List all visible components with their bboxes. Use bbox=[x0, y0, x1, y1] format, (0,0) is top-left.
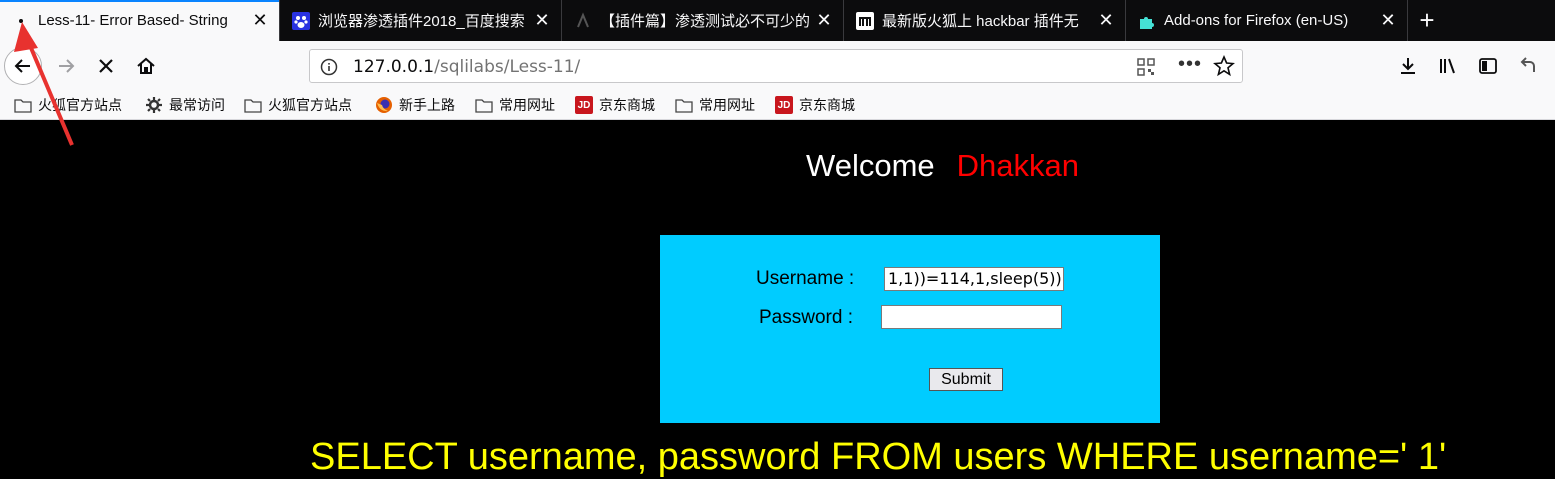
tab-label: 【插件篇】渗透测试必不可少的 bbox=[600, 13, 811, 30]
tab-baidu-search[interactable]: 浏览器渗透插件2018_百度搜索 ✕ bbox=[280, 0, 562, 41]
url-path: /sqlilabs/Less-11/ bbox=[434, 57, 581, 77]
navigation-toolbar: 127.0.0.1/sqlilabs/Less-11/ ••• bbox=[0, 41, 1555, 91]
tab-addons[interactable]: Add-ons for Firefox (en-US) ✕ bbox=[1126, 0, 1408, 41]
library-button[interactable] bbox=[1432, 50, 1464, 82]
download-icon bbox=[1401, 58, 1415, 74]
bookmark-label: 新手上路 bbox=[399, 97, 455, 113]
new-tab-button[interactable]: + bbox=[1408, 0, 1446, 41]
tab-strip: Less-11- Error Based- String ✕ 浏览器渗透插件20… bbox=[0, 0, 1555, 41]
password-input[interactable] bbox=[881, 305, 1062, 329]
bookmark-jd-1[interactable]: JD 京东商城 bbox=[575, 94, 655, 116]
bookmark-most-visited[interactable]: 最常访问 bbox=[145, 94, 225, 116]
sidebar-icon bbox=[1479, 58, 1497, 74]
bookmark-firefox-official-2[interactable]: 火狐官方站点 bbox=[244, 94, 352, 116]
home-button[interactable] bbox=[130, 50, 162, 82]
gear-icon bbox=[145, 97, 163, 113]
tab-less-11[interactable]: Less-11- Error Based- String ✕ bbox=[0, 0, 280, 41]
bookmark-label: 火狐官方站点 bbox=[268, 97, 352, 113]
jd-icon: JD bbox=[775, 96, 793, 114]
home-icon bbox=[137, 57, 155, 74]
bookmark-firefox-official-1[interactable]: 火狐官方站点 bbox=[14, 94, 122, 116]
password-label: Password : bbox=[759, 307, 853, 328]
close-icon[interactable]: ✕ bbox=[249, 10, 271, 31]
tab-label: 浏览器渗透插件2018_百度搜索 bbox=[318, 13, 525, 30]
undo-button[interactable] bbox=[1512, 50, 1544, 82]
stop-x-icon bbox=[99, 59, 113, 73]
url-bar[interactable]: 127.0.0.1/sqlilabs/Less-11/ ••• bbox=[309, 49, 1243, 83]
bookmark-label: 火狐官方站点 bbox=[38, 97, 122, 113]
downloads-button[interactable] bbox=[1392, 50, 1424, 82]
undo-arrow-icon bbox=[1520, 57, 1535, 72]
close-icon[interactable]: ✕ bbox=[813, 10, 835, 31]
forward-arrow-icon bbox=[59, 59, 75, 73]
bookmark-label: 最常访问 bbox=[169, 97, 225, 113]
username-input[interactable]: 1,1))=114,1,sleep(5))# bbox=[884, 267, 1064, 291]
qr-code-icon[interactable] bbox=[1137, 58, 1155, 76]
page-content: Welcome Dhakkan Username : 1,1))=114,1,sl… bbox=[0, 120, 1555, 478]
bookmark-label: 常用网址 bbox=[499, 97, 555, 113]
tab-plugin-article[interactable]: 【插件篇】渗透测试必不可少的 ✕ bbox=[562, 0, 844, 41]
welcome-name: Dhakkan bbox=[956, 148, 1079, 183]
bookmark-label: 京东商城 bbox=[599, 97, 655, 113]
username-label: Username : bbox=[756, 268, 855, 289]
folder-icon bbox=[14, 97, 32, 113]
bookmark-jd-2[interactable]: JD 京东商城 bbox=[775, 94, 855, 116]
tab-label: Add-ons for Firefox (en-US) bbox=[1164, 12, 1349, 29]
info-icon[interactable] bbox=[320, 58, 338, 76]
bookmark-common-sites-1[interactable]: 常用网址 bbox=[475, 94, 555, 116]
folder-icon bbox=[244, 97, 262, 113]
bookmark-star-icon[interactable] bbox=[1213, 55, 1235, 77]
library-icon bbox=[1440, 58, 1455, 74]
folder-icon bbox=[475, 97, 493, 113]
tab-label: Less-11- Error Based- String bbox=[38, 12, 228, 29]
bookmark-getting-started[interactable]: 新手上路 bbox=[375, 94, 455, 116]
back-arrow-icon bbox=[14, 59, 30, 73]
folder-icon bbox=[675, 97, 693, 113]
stop-button[interactable] bbox=[90, 50, 122, 82]
sidebar-button[interactable] bbox=[1472, 50, 1504, 82]
baidu-icon bbox=[292, 11, 310, 30]
loading-dot-icon bbox=[12, 12, 30, 30]
url-text[interactable]: 127.0.0.1/sqlilabs/Less-11/ bbox=[353, 57, 580, 77]
welcome-heading: Welcome Dhakkan bbox=[806, 148, 1079, 184]
login-form: Username : 1,1))=114,1,sleep(5))# Passwo… bbox=[660, 235, 1160, 423]
jd-icon: JD bbox=[575, 96, 593, 114]
forward-button[interactable] bbox=[50, 50, 82, 82]
close-icon[interactable]: ✕ bbox=[1377, 10, 1399, 31]
tab-hackbar[interactable]: 最新版火狐上 hackbar 插件无 ✕ bbox=[844, 0, 1126, 41]
bookmark-common-sites-2[interactable]: 常用网址 bbox=[675, 94, 755, 116]
close-icon[interactable]: ✕ bbox=[531, 10, 553, 31]
submit-button[interactable]: Submit bbox=[929, 368, 1003, 391]
bookmarks-toolbar: 火狐官方站点 最常访问 火狐官方站点 新手上路 常用网址 JD 京东商城 常用网… bbox=[0, 91, 1555, 120]
welcome-text: Welcome bbox=[806, 148, 935, 183]
puzzle-icon bbox=[1138, 12, 1156, 30]
site-icon bbox=[574, 11, 592, 30]
firefox-icon bbox=[375, 97, 393, 113]
sql-query-text: SELECT username, password FROM users WHE… bbox=[310, 436, 1447, 478]
close-icon[interactable]: ✕ bbox=[1095, 10, 1117, 31]
url-host: 127.0.0.1 bbox=[353, 57, 435, 77]
tab-label: 最新版火狐上 hackbar 插件无 bbox=[882, 13, 1079, 30]
bookmark-label: 常用网址 bbox=[699, 97, 755, 113]
m-icon bbox=[856, 11, 874, 30]
page-actions-icon[interactable]: ••• bbox=[1178, 53, 1202, 76]
back-button[interactable] bbox=[4, 47, 42, 85]
bookmark-label: 京东商城 bbox=[799, 97, 855, 113]
